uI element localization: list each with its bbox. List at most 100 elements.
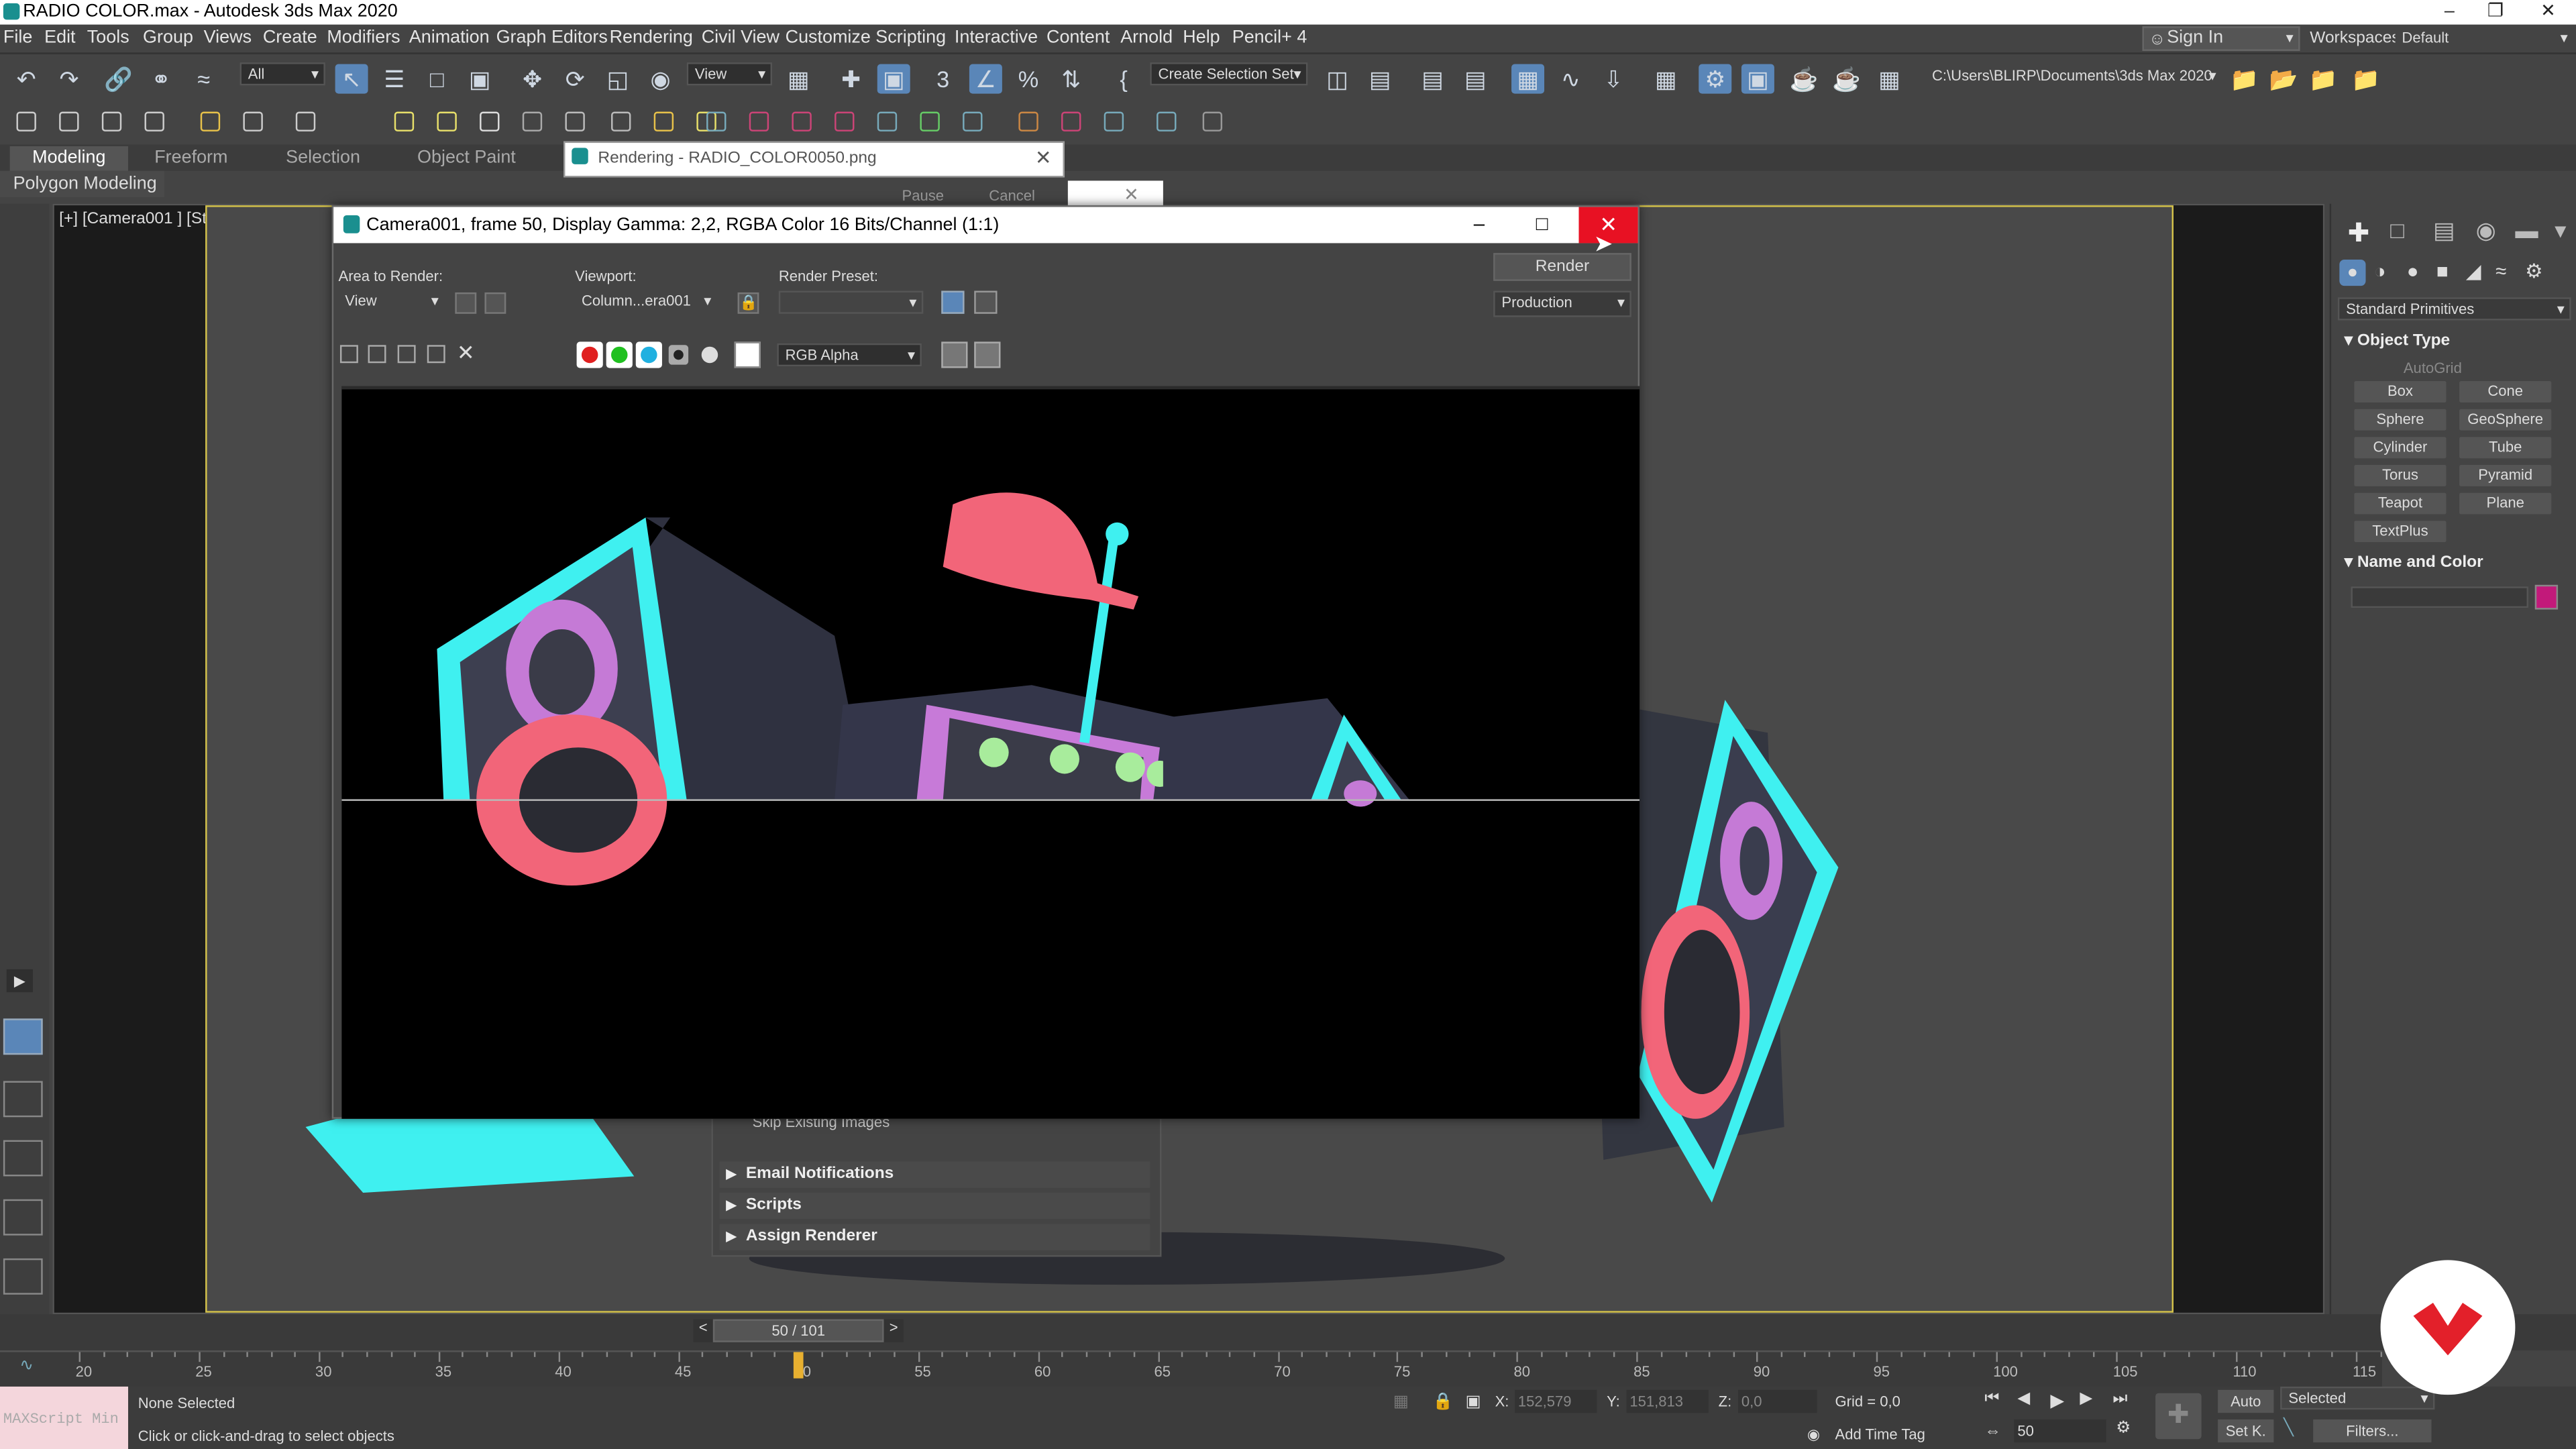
primitive-category-select[interactable]: Standard Primitives [2337,297,2571,321]
layer-explorer-icon[interactable]: ▤ [1459,64,1492,94]
material-editor-icon[interactable]: ▦ [1650,64,1682,94]
goto-end-icon[interactable]: ⏭ [2112,1390,2127,1408]
geometry-icon[interactable]: ● [2339,259,2366,286]
bind-space-warp-icon[interactable]: ≈ [187,64,220,94]
open-folder-icon[interactable]: 📂 [2267,64,2300,94]
time-tag-icon[interactable]: ◉ [1807,1426,1820,1444]
unlink-icon[interactable]: ⚭ [145,64,178,94]
ref-coord-select[interactable]: View [686,62,773,86]
select-by-name-icon[interactable]: ☰ [378,64,411,94]
box-prim-icon[interactable] [394,111,415,131]
object-name-input[interactable] [2351,586,2528,608]
render-preset-select[interactable] [778,290,924,314]
key-tangent-icon[interactable]: ╲ [2284,1419,2294,1438]
minimize-button[interactable]: – [1474,212,1485,235]
snap-3d-icon[interactable]: 3 [926,64,959,94]
primitive-cone-button[interactable]: Cone [2459,381,2552,403]
red-channel-icon[interactable] [576,341,603,368]
channel-display-select[interactable]: RGB Alpha [777,343,922,367]
align-icon[interactable]: ▤ [1364,64,1397,94]
menu-views[interactable]: Views [204,28,252,48]
tab-selection[interactable]: Selection [270,146,377,171]
tab-object-paint[interactable]: Object Paint [401,146,533,171]
taper-icon[interactable] [835,111,855,131]
shift-icon[interactable] [243,111,263,131]
add-time-tag[interactable]: Add Time Tag [1835,1426,1925,1442]
curve-editor-mini-icon[interactable]: ∿ [19,1357,34,1375]
primitive-plane-button[interactable]: Plane [2459,492,2552,515]
sphere-prim-icon[interactable] [437,111,457,131]
play-icon[interactable]: ▶ [2050,1390,2064,1411]
sun-icon[interactable] [653,111,674,131]
geosphere-prim-icon[interactable] [480,111,500,131]
primitive-torus-button[interactable]: Torus [2354,465,2447,486]
utilities-tab-icon[interactable]: ▾ [2555,217,2566,245]
schematic-view-icon[interactable]: ⇩ [1597,64,1629,94]
percent-snap-icon[interactable]: % [1012,64,1045,94]
menu-customize[interactable]: Customize [786,28,871,48]
layout-four-icon[interactable] [3,1258,43,1295]
create-selection-icon[interactable] [16,111,36,131]
menu-animation[interactable]: Animation [409,28,490,48]
select-manipulate-icon[interactable]: ✚ [835,64,867,94]
flex-icon[interactable] [963,111,983,131]
pause-button[interactable]: Pause [902,187,944,203]
area-to-render-select[interactable]: View [338,290,444,314]
selection-filter-select[interactable]: All [239,62,325,86]
primitive-tube-button[interactable]: Tube [2459,437,2552,459]
menu-edit[interactable]: Edit [44,28,75,48]
folder-add-icon[interactable]: 📁 [2349,64,2382,94]
melt-icon[interactable] [920,111,940,131]
lights-icon[interactable]: ● [2407,260,2419,282]
spinner-snap-icon[interactable]: ⇅ [1055,64,1087,94]
shell-icon[interactable] [1104,111,1124,131]
primitive-pyramid-button[interactable]: Pyramid [2459,465,2552,486]
shapes-icon[interactable]: ◑ [2374,260,2386,282]
snapshot-icon[interactable] [144,111,164,131]
autogrid-checkbox[interactable]: AutoGrid [2404,360,2462,376]
menu-arnold[interactable]: Arnold [1120,28,1173,48]
time-config-icon[interactable]: ⚙ [2116,1419,2131,1438]
wave-icon[interactable] [706,111,727,131]
restore-button[interactable]: ❐ [2471,0,2520,25]
environment-icon[interactable] [974,290,998,314]
maxscript-listener[interactable]: MAXScript Min [0,1386,129,1449]
time-prev-button[interactable]: < [693,1319,713,1342]
frame-window-titlebar[interactable]: Camera001, frame 50, Display Gamma: 2,2,… [333,207,1638,244]
move-icon[interactable]: ✥ [516,64,549,94]
rollout-assign-renderer[interactable]: ▶ Assign Renderer [719,1224,1150,1250]
clear-icon[interactable]: ✕ [457,340,475,366]
systems-icon[interactable]: ⚙ [2525,260,2542,282]
key-mode-icon[interactable]: ⇔ [1984,1423,2000,1441]
bend-icon[interactable] [749,111,769,131]
menu-modifiers[interactable]: Modifiers [327,28,400,48]
rendered-frame-window-icon[interactable]: ▣ [1741,64,1774,94]
toggle-ui-overlay-icon[interactable] [941,341,968,368]
ffd-icon[interactable] [1018,111,1038,131]
rendered-image-canvas[interactable] [341,386,1640,1119]
menu-group[interactable]: Group [143,28,193,48]
selection-lock-icon[interactable]: 🔒 [1433,1393,1453,1411]
helpers-icon[interactable]: ◢ [2466,260,2481,282]
paste-icon[interactable] [101,111,122,131]
frame-field[interactable]: 50 [2014,1419,2106,1443]
primitive-box-button[interactable]: Box [2354,381,2447,403]
close-icon[interactable]: ✕ [1124,184,1139,205]
background-color-swatch[interactable] [734,341,761,368]
layout-split-icon[interactable] [3,1140,43,1177]
close-icon[interactable]: ✕ [1035,146,1052,169]
minimize-button[interactable]: – [2425,0,2474,25]
menu-create[interactable]: Create [263,28,317,48]
cylinder-prim-icon[interactable] [522,111,543,131]
time-next-button[interactable]: > [883,1319,904,1342]
rect-selection-icon[interactable]: □ [421,64,453,94]
render-in-cloud-icon[interactable]: ▦ [1873,64,1906,94]
menu-interactive[interactable]: Interactive [955,28,1038,48]
print-icon[interactable] [427,345,445,364]
goto-start-icon[interactable]: ⏮ [1984,1390,1999,1408]
window-crossing-icon[interactable]: ▣ [464,64,496,94]
time-slider[interactable]: 50 / 101 [712,1319,884,1342]
delete-icon[interactable] [59,111,79,131]
layout-single-icon[interactable] [3,1018,43,1055]
undo-icon[interactable]: ↶ [10,64,43,94]
